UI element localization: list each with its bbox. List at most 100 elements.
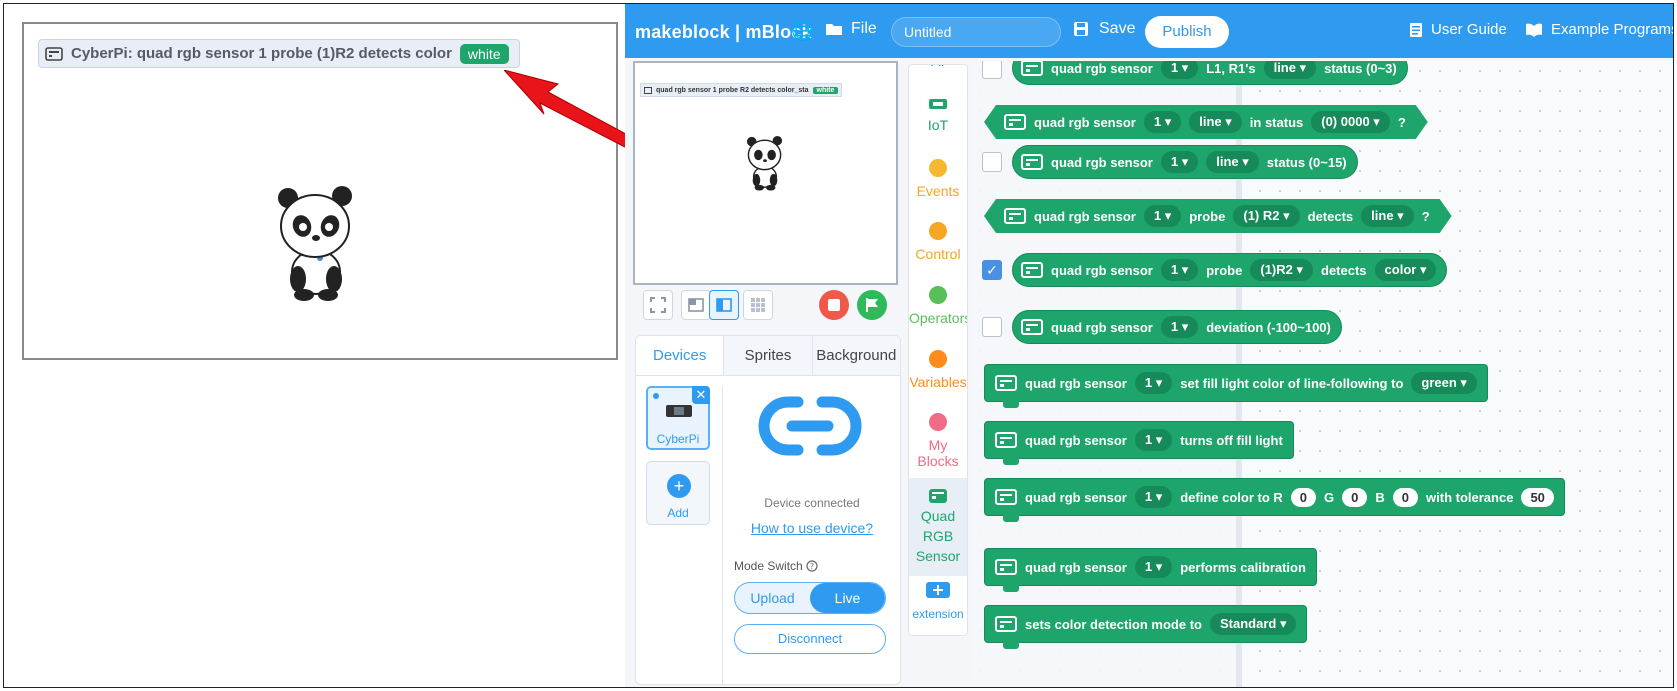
g-value-input[interactable]: 0 [1342, 487, 1368, 507]
port-dropdown[interactable]: 1 [1144, 111, 1181, 133]
monitor-checkbox-checked[interactable]: ✓ [982, 260, 1002, 280]
mode-live-option[interactable]: Live [810, 583, 885, 613]
small-stage-button[interactable] [681, 290, 711, 320]
block-line-in-status[interactable]: quad rgb sensor 1 line in status (0) 000… [984, 105, 1428, 139]
block-turn-off-fill-light[interactable]: quad rgb sensor 1 turns off fill light [984, 421, 1294, 465]
events-dot-icon [929, 159, 947, 177]
extension-label: extension [912, 607, 964, 621]
sensor-icon [1004, 114, 1026, 130]
book-icon [1526, 23, 1542, 37]
tab-devices[interactable]: Devices [636, 336, 725, 375]
project-title-input[interactable]: Untitled [891, 17, 1061, 47]
tab-sprites[interactable]: Sprites [724, 336, 813, 375]
green-flag-button[interactable] [857, 290, 887, 320]
sensor-icon [1021, 319, 1043, 335]
port-dropdown[interactable]: 1 [1144, 205, 1181, 227]
category-events[interactable]: Events [909, 159, 967, 199]
category-my-blocks[interactable]: My Blocks [909, 413, 967, 469]
status-dropdown[interactable]: (0) 0000 [1311, 111, 1390, 133]
normal-stage-button[interactable] [709, 290, 739, 320]
mode-dropdown[interactable]: line [1206, 151, 1259, 173]
panda-sprite[interactable] [745, 135, 785, 191]
help-icon[interactable]: ? [806, 560, 818, 572]
port-dropdown[interactable]: 1 [1134, 372, 1173, 394]
block-set-fill-light-color[interactable]: quad rgb sensor 1 set fill light color o… [984, 364, 1488, 408]
block-calibration[interactable]: quad rgb sensor 1 performs calibration [984, 548, 1317, 592]
monitor-checkbox[interactable] [982, 317, 1002, 337]
monitor-checkbox[interactable] [982, 152, 1002, 172]
mode-dropdown[interactable]: line [1263, 61, 1317, 79]
block-deviation[interactable]: quad rgb sensor 1 deviation (-100~100) [1012, 310, 1342, 344]
port-dropdown[interactable]: 1 [1134, 556, 1173, 578]
port-dropdown[interactable]: 1 [1160, 151, 1199, 173]
fullscreen-button[interactable] [643, 290, 673, 320]
user-guide-link[interactable]: User Guide [1409, 21, 1507, 38]
category-control[interactable]: Control [909, 222, 967, 262]
category-quad-rgb-sensor[interactable]: Quad RGB Sensor [909, 478, 967, 576]
stop-button[interactable] [819, 290, 849, 320]
detect-dropdown[interactable]: color [1374, 259, 1437, 281]
block-color-detection-mode[interactable]: sets color detection mode to Standard [984, 605, 1308, 649]
block-define-color[interactable]: quad rgb sensor 1 define color to R 0 G … [984, 478, 1565, 522]
monitor-checkbox[interactable] [982, 61, 1002, 79]
block-line-status[interactable]: quad rgb sensor 1 line status (0~15) [1012, 145, 1358, 179]
monitor-value-badge: white [459, 43, 509, 64]
mode-upload-option[interactable]: Upload [735, 583, 810, 613]
block-text: performs calibration [1180, 559, 1306, 575]
category-operators[interactable]: Operators [909, 286, 967, 326]
screenshot-frame: CyberPi: quad rgb sensor 1 probe (1)R2 d… [3, 3, 1674, 688]
device-connected-status: Device connected [764, 496, 860, 510]
svg-text:?: ? [810, 562, 814, 571]
block-probe-detects-color[interactable]: quad rgb sensor 1 probe (1)R2 detects co… [1012, 253, 1448, 287]
tolerance-input[interactable]: 50 [1521, 487, 1554, 507]
detect-dropdown[interactable]: line [1361, 205, 1414, 227]
quad-label-3: Sensor [915, 548, 961, 564]
port-dropdown[interactable]: 1 [1160, 316, 1199, 338]
tab-background[interactable]: Background [812, 336, 900, 375]
publish-button[interactable]: Publish [1145, 16, 1229, 48]
block-text: G [1324, 489, 1335, 505]
iot-icon [929, 99, 947, 109]
file-menu[interactable]: File [825, 20, 877, 38]
stage-monitor-label: quad rgb sensor 1 probe R2 detects color… [656, 86, 809, 94]
category-variables[interactable]: Variables [909, 350, 967, 390]
extension-button[interactable]: extension [909, 581, 967, 621]
block-line-status-l1r1[interactable]: quad rgb sensor 1 L1, R1's line status (… [1012, 61, 1408, 85]
how-to-use-device-link[interactable]: How to use device? [732, 520, 892, 536]
script-area[interactable]: quad rgb sensor 1 L1, R1's line status (… [970, 61, 1673, 687]
control-dot-icon [929, 222, 947, 240]
b-value-input[interactable]: 0 [1392, 487, 1419, 507]
color-dropdown[interactable]: green [1411, 372, 1477, 394]
sensor-icon [995, 375, 1017, 391]
grid-view-button[interactable] [743, 290, 773, 320]
example-programs-link[interactable]: Example Programs [1525, 21, 1674, 38]
category-operators-label: Operators [909, 310, 968, 326]
remove-device-button[interactable]: ✕ [692, 386, 710, 404]
port-dropdown[interactable]: 1 [1134, 429, 1173, 451]
add-device-button[interactable]: + Add [646, 461, 710, 525]
category-my-blocks-label: My Blocks [917, 437, 959, 469]
port-dropdown[interactable]: 1 [1160, 61, 1199, 79]
block-probe-detects-line[interactable]: quad rgb sensor 1 probe (1) R2 detects l… [984, 199, 1452, 233]
mode-dropdown[interactable]: line [1189, 111, 1242, 133]
monitor-label: CyberPi: quad rgb sensor 1 probe (1)R2 d… [71, 45, 452, 62]
mode-dropdown[interactable]: Standard [1209, 613, 1297, 635]
sensor-icon [995, 616, 1017, 632]
probe-dropdown[interactable]: (1)R2 [1250, 259, 1314, 281]
block-text: set fill light color of line-following t… [1180, 375, 1404, 391]
normal-stage-icon [716, 298, 732, 312]
disconnect-button[interactable]: Disconnect [734, 624, 886, 654]
folder-icon [826, 24, 842, 35]
save-button[interactable]: Save [1073, 20, 1135, 38]
category-iot[interactable]: IoT [909, 97, 967, 133]
category-ai-partial[interactable]: AI [909, 65, 967, 69]
port-dropdown[interactable]: 1 [1134, 486, 1173, 508]
probe-dropdown[interactable]: (1) R2 [1233, 205, 1299, 227]
stage[interactable]: quad rgb sensor 1 probe R2 detects color… [633, 61, 898, 285]
category-iot-label: IoT [927, 117, 949, 133]
port-dropdown[interactable]: 1 [1160, 259, 1199, 281]
example-programs-label: Example Programs [1551, 21, 1674, 38]
device-card-cyberpi[interactable]: ✕ CyberPi [646, 386, 710, 450]
r-value-input[interactable]: 0 [1290, 487, 1317, 507]
globe-icon[interactable]: 🌐 [791, 21, 813, 42]
